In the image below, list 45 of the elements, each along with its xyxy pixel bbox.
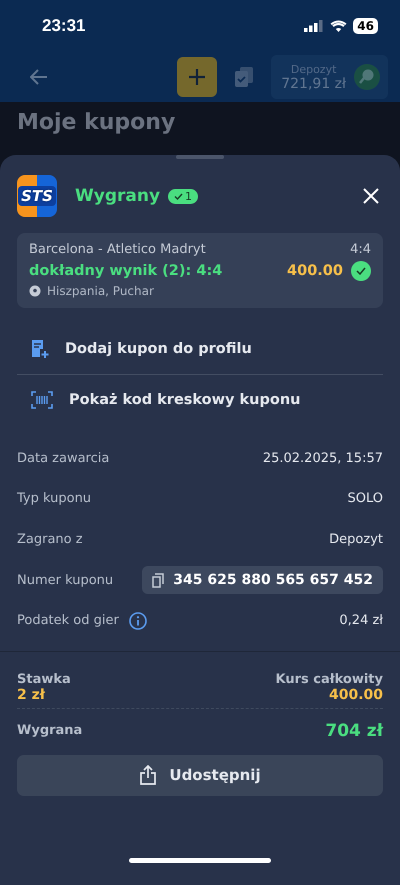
back-arrow-icon[interactable] [30,69,48,85]
action-item[interactable]: Dodaj kupon do profilu [17,324,383,374]
match-score: 4:4 [350,242,371,257]
total-odds-value: 400.00 [328,686,383,703]
battery-level: 46 [353,18,378,34]
logo-text: STS [18,186,56,206]
detail-value: 25.02.2025, 15:57 [262,450,383,466]
copy-icon [152,572,166,588]
add-button[interactable] [177,57,218,97]
detail-value: SOLO [348,491,383,506]
win-label: Wygrana [17,723,82,738]
total-odds-label: Kurs całkowity [276,672,383,687]
wifi-icon [330,20,348,32]
share-icon [139,765,158,786]
page-title: Moje kupony [17,110,176,135]
stake-label: Stawka [17,672,71,687]
drag-handle[interactable] [176,155,224,159]
coupon-number-button[interactable]: 345 625 880 565 657 452 [142,566,383,594]
detail-label: Podatek od gier [17,613,119,628]
tickets-icon[interactable] [234,66,254,88]
detail-value: 0,24 zł [339,613,383,628]
detail-label: Zagrano z [17,532,83,547]
add-ticket-icon [31,339,49,359]
coupon-status: Wygrany [75,186,160,206]
league-name: Hiszpania, Puchar [47,284,154,298]
balance-amount: 721,91 zł [281,76,346,92]
barcode-icon [31,390,53,408]
clock: 23:31 [42,16,86,36]
detail-value: Depozyt [329,532,383,547]
info-icon[interactable] [128,612,147,630]
won-count-badge: 1 [168,188,198,204]
detail-label: Numer kuponu [17,572,114,588]
bet-selection: dokładny wynik (2): 4:4 [29,263,222,279]
detail-label: Typ kuponu [17,491,92,506]
plus-icon [187,67,208,87]
detail-label: Data zawarcia [17,450,110,466]
football-icon [29,285,41,297]
share-button[interactable]: Udostępnij [17,754,383,796]
action-item[interactable]: Pokaż kod kreskowy kuponu [17,374,383,424]
balance-label: Depozyt [290,62,338,76]
signal-icon [304,20,324,32]
stake-value: 2 zł [17,686,45,703]
match-name: Barcelona - Atletico Madryt [29,242,206,257]
bet-odds: 400.00 [287,263,343,279]
win-value: 704 zł [325,720,383,741]
